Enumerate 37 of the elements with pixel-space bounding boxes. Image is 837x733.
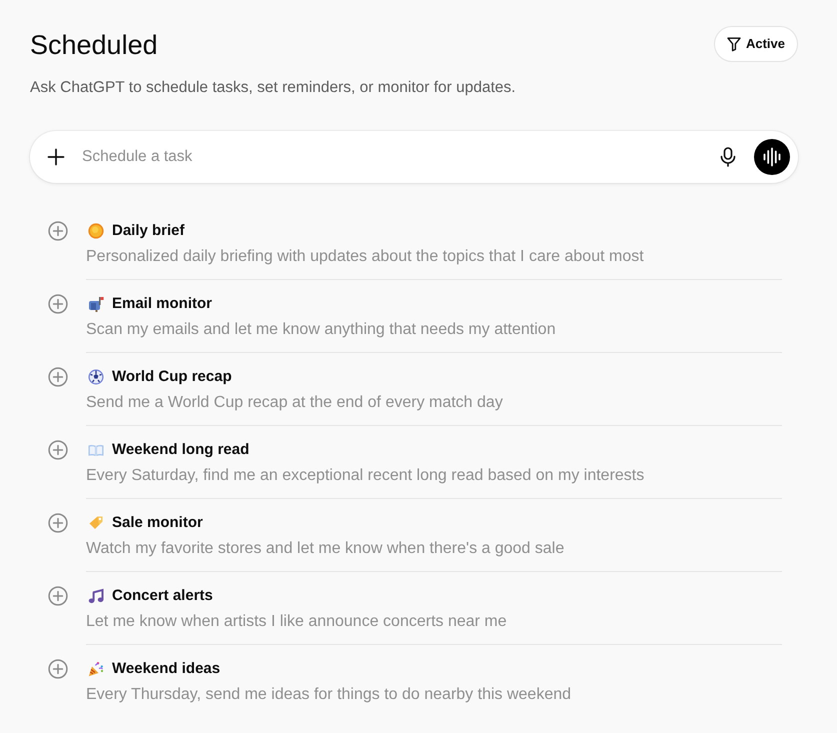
task-description: Every Saturday, find me an exceptional recent long read based on my interests bbox=[86, 466, 646, 486]
task-title[interactable]: Weekend long read bbox=[112, 439, 250, 461]
filter-button[interactable]: Active bbox=[714, 26, 798, 62]
task-title[interactable]: Weekend ideas bbox=[112, 658, 220, 680]
tag-icon bbox=[88, 515, 104, 531]
task-description: Send me a World Cup recap at the end of every match day bbox=[86, 393, 504, 413]
add-circle-icon[interactable] bbox=[48, 586, 68, 606]
task-title[interactable]: Sale monitor bbox=[112, 512, 203, 534]
add-icon[interactable] bbox=[47, 148, 65, 166]
task-description: Watch my favorite stores and let me know when there's a good sale bbox=[86, 539, 566, 559]
task-description: Personalized daily briefing with updates about the topics that I care about most bbox=[86, 247, 645, 267]
task-description: Scan my emails and let me know anything that needs my attention bbox=[86, 320, 557, 340]
microphone-icon[interactable] bbox=[720, 147, 736, 167]
add-circle-icon[interactable] bbox=[48, 367, 68, 387]
page-title: Scheduled bbox=[30, 29, 158, 61]
voice-mode-icon[interactable] bbox=[754, 139, 790, 175]
task-description: Every Thursday, send me ideas for things to do nearby this weekend bbox=[86, 685, 572, 705]
task-title[interactable]: Daily brief bbox=[112, 220, 185, 242]
music-note-icon bbox=[88, 588, 104, 604]
task-title[interactable]: Email monitor bbox=[112, 293, 212, 315]
open-book-icon bbox=[88, 442, 104, 458]
task-input-field[interactable]: Schedule a task bbox=[80, 143, 720, 171]
add-circle-icon[interactable] bbox=[48, 294, 68, 314]
task-input-bar[interactable]: Schedule a task bbox=[30, 131, 798, 183]
task-title[interactable]: World Cup recap bbox=[112, 366, 232, 388]
soccer-ball-icon bbox=[88, 369, 104, 385]
mailbox-icon bbox=[88, 296, 104, 312]
add-circle-icon[interactable] bbox=[48, 221, 68, 241]
task-title[interactable]: Concert alerts bbox=[112, 585, 213, 607]
add-circle-icon[interactable] bbox=[48, 440, 68, 460]
task-description: Let me know when artists I like announce concerts near me bbox=[86, 612, 508, 632]
filter-icon bbox=[726, 36, 742, 52]
party-popper-icon bbox=[88, 661, 104, 677]
sun-icon bbox=[88, 223, 104, 239]
add-circle-icon[interactable] bbox=[48, 513, 68, 533]
add-circle-icon[interactable] bbox=[48, 659, 68, 679]
page-subtitle: Ask ChatGPT to schedule tasks, set reminders, or monitor for updates. bbox=[30, 78, 517, 98]
